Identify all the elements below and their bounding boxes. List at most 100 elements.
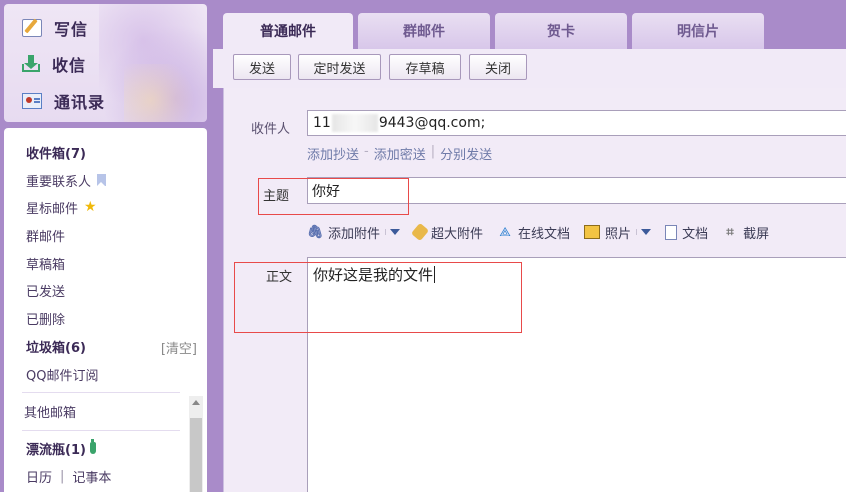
folder-bottle-label: 漂流瓶(1)	[26, 442, 86, 458]
paperclip-icon: 🖇	[306, 224, 324, 240]
receive-mail-label: 收信	[52, 56, 87, 75]
folder-inbox-label: 收件箱(7)	[26, 146, 86, 162]
big-attachment-button[interactable]: 超大附件	[410, 222, 484, 242]
tab-group-mail[interactable]: 群邮件	[358, 13, 490, 49]
tab-postcard-label: 明信片	[677, 24, 719, 40]
clear-spam-link[interactable]: [清空]	[161, 338, 197, 357]
chevron-down-icon[interactable]	[636, 229, 651, 235]
folder-important-label: 重要联系人	[26, 174, 92, 190]
folder-important-contacts[interactable]: 重要联系人	[26, 170, 107, 190]
inbox-download-icon	[22, 55, 40, 73]
write-icon	[22, 19, 42, 37]
body-editor[interactable]: 你好这是我的文件	[307, 257, 846, 492]
body-label: 正文	[266, 270, 293, 285]
online-doc-label: 在线文档	[518, 226, 571, 242]
body-text: 你好这是我的文件	[313, 264, 436, 285]
folder-drafts[interactable]: 草稿箱	[26, 253, 65, 273]
contacts-button[interactable]: 通讯录	[22, 87, 105, 115]
timed-send-button[interactable]: 定时发送	[298, 54, 381, 80]
contacts-card-icon	[22, 93, 42, 109]
timed-send-label: 定时发送	[313, 61, 366, 77]
recipient-label: 收件人	[251, 122, 291, 137]
folder-starred[interactable]: 星标邮件 ★	[26, 197, 97, 217]
redacted-blur	[331, 114, 378, 132]
scroll-up-arrow-icon[interactable]	[192, 400, 200, 405]
calendar-notepad-row: 日历 | 记事本	[26, 466, 111, 486]
folder-subscriptions-label: QQ邮件订阅	[26, 368, 99, 384]
send-button[interactable]: 发送	[233, 54, 291, 80]
compose-main: 普通邮件 群邮件 贺卡 明信片 发送 定时发送 存草稿 关闭 收件人 11 94…	[213, 4, 846, 492]
subject-label: 主题	[263, 189, 290, 204]
screenshot-button[interactable]: ⌗ 截屏	[722, 223, 769, 242]
cc-dash-separator: -	[364, 144, 369, 159]
save-draft-button[interactable]: 存草稿	[389, 54, 461, 80]
photo-button[interactable]: 照片	[584, 223, 651, 242]
contacts-label: 通讯录	[54, 93, 106, 112]
tab-greeting-card[interactable]: 贺卡	[495, 13, 627, 49]
send-label: 发送	[248, 61, 275, 77]
big-attachment-icon	[410, 222, 430, 242]
folder-sent[interactable]: 已发送	[26, 280, 65, 300]
scroll-thumb[interactable]	[190, 418, 202, 492]
folder-inbox[interactable]: 收件箱(7)	[26, 142, 86, 162]
tab-postcard[interactable]: 明信片	[632, 13, 764, 49]
star-icon: ★	[84, 199, 97, 215]
folder-deleted[interactable]: 已删除	[26, 308, 65, 328]
subject-value: 你好	[312, 183, 340, 200]
cc-pipe-separator: |	[430, 144, 436, 159]
share-nodes-icon: ⟁	[499, 224, 511, 240]
screenshot-label: 截屏	[743, 226, 770, 242]
bookmark-icon	[97, 174, 107, 186]
big-attachment-label: 超大附件	[431, 226, 484, 242]
photo-icon	[584, 225, 601, 239]
close-button[interactable]: 关闭	[469, 54, 527, 80]
save-draft-label: 存草稿	[405, 61, 445, 77]
folder-deleted-label: 已删除	[26, 312, 66, 328]
chevron-down-icon[interactable]	[385, 229, 400, 235]
document-label: 文档	[682, 226, 709, 242]
photo-label: 照片	[605, 226, 632, 242]
folder-spam-label: 垃圾箱(6)	[26, 340, 86, 356]
add-attachment-label: 添加附件	[328, 226, 381, 242]
folder-group-label: 群邮件	[26, 229, 66, 245]
add-cc-link[interactable]: 添加抄送	[307, 144, 359, 163]
notepad-link[interactable]: 记事本	[72, 467, 111, 486]
folder-divider	[22, 392, 180, 393]
calendar-notepad-separator: |	[60, 468, 65, 484]
close-label: 关闭	[484, 61, 511, 77]
quick-actions-panel: 写信 收信 通讯录	[4, 4, 207, 122]
folder-group-mail[interactable]: 群邮件	[26, 225, 65, 245]
document-button[interactable]: 文档	[665, 223, 708, 242]
editor-toolbar: 🖇 添加附件 超大附件 ⟁ 在线文档 照片 文档 ⌗ 截屏	[307, 220, 783, 244]
folder-other-mailboxes[interactable]: 其他邮箱	[24, 401, 76, 421]
folder-subscriptions[interactable]: QQ邮件订阅	[26, 364, 98, 384]
tab-group-label: 群邮件	[403, 24, 445, 40]
write-mail-button[interactable]: 写信	[22, 14, 88, 42]
bottle-icon	[89, 439, 96, 454]
crop-icon: ⌗	[726, 224, 734, 240]
tab-card-label: 贺卡	[547, 24, 575, 40]
recipient-input[interactable]: 11 9443@qq.com;	[307, 110, 846, 136]
separate-send-link[interactable]: 分别发送	[440, 144, 492, 163]
online-doc-button[interactable]: ⟁ 在线文档	[497, 223, 570, 242]
subject-input[interactable]: 你好	[307, 177, 846, 204]
folder-spam[interactable]: 垃圾箱(6)	[26, 336, 86, 356]
folder-starred-label: 星标邮件	[26, 201, 79, 217]
compose-toolbar: 发送 定时发送 存草稿 关闭	[213, 49, 846, 88]
add-bcc-link[interactable]: 添加密送	[374, 144, 426, 163]
text-caret	[434, 266, 436, 283]
folder-scrollbar[interactable]	[189, 396, 203, 492]
document-icon	[665, 224, 678, 240]
folder-list: 收件箱(7) 重要联系人 星标邮件 ★ 群邮件 草稿箱 已发送 已删除 垃圾箱(6…	[4, 128, 207, 492]
folder-other-label: 其他邮箱	[24, 405, 77, 421]
cc-links: 添加抄送 - 添加密送 | 分别发送	[307, 144, 492, 163]
receive-mail-button[interactable]: 收信	[22, 50, 86, 78]
write-mail-label: 写信	[54, 20, 89, 39]
folder-sent-label: 已发送	[26, 284, 66, 300]
add-attachment-button[interactable]: 🖇 添加附件	[307, 223, 400, 242]
body-value: 你好这是我的文件	[313, 266, 434, 284]
folder-drift-bottle[interactable]: 漂流瓶(1)	[26, 438, 96, 458]
recipient-prefix: 11	[313, 115, 331, 131]
tab-normal-mail[interactable]: 普通邮件	[223, 13, 353, 49]
calendar-link[interactable]: 日历	[26, 467, 52, 486]
